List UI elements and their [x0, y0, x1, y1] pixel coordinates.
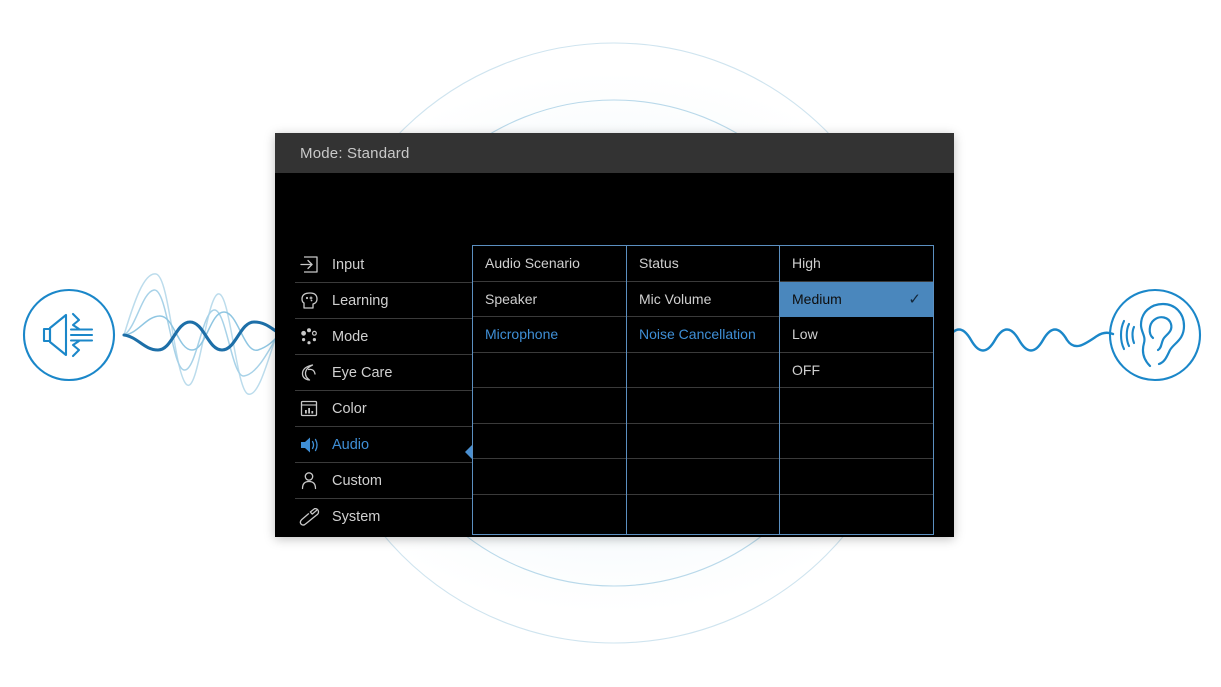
sidebar-item-label: Custom: [332, 472, 382, 489]
microphone-options-column: Status Mic Volume Noise Cancellation: [626, 245, 781, 535]
list-item[interactable]: [473, 459, 626, 495]
row-label: Noise Cancellation: [639, 326, 756, 343]
list-item[interactable]: [473, 495, 626, 531]
row-label: Status: [639, 255, 679, 272]
sidebar-item-learning[interactable]: Learning: [295, 283, 480, 319]
list-item[interactable]: [780, 459, 933, 495]
list-item[interactable]: [627, 388, 780, 424]
list-item[interactable]: Mic Volume: [627, 282, 780, 317]
sidebar-item-label: Audio: [332, 436, 370, 453]
list-item[interactable]: [473, 353, 626, 388]
crescent-eye-icon: [295, 362, 323, 384]
list-item[interactable]: [780, 424, 933, 459]
list-item-off[interactable]: OFF: [780, 353, 933, 388]
sidebar-item-label: Eye Care: [332, 364, 393, 381]
list-item-low[interactable]: Low: [780, 317, 933, 353]
osd-body: Input Learning Mode Eye Care Color Audio…: [275, 173, 954, 537]
wrench-icon: [295, 506, 323, 528]
head-sparkle-icon: [295, 290, 323, 312]
sidebar-item-label: System: [332, 509, 381, 525]
list-item[interactable]: [473, 388, 626, 424]
list-item[interactable]: [627, 459, 780, 495]
monitor-screen: Mode: Standard Input Learning Mode Eye C…: [275, 133, 954, 537]
sidebar-item-mode[interactable]: Mode: [295, 319, 480, 355]
clean-sine-waveform: [945, 328, 1115, 352]
list-item[interactable]: [627, 495, 780, 531]
sidebar-item-label: Mode: [332, 328, 369, 345]
sidebar-item-label: Color: [332, 400, 367, 417]
osd-sidebar: Input Learning Mode Eye Care Color Audio…: [295, 247, 480, 535]
ear-listening-icon: [1108, 288, 1202, 382]
list-item[interactable]: [627, 353, 780, 388]
list-item[interactable]: Microphone: [473, 317, 626, 353]
list-item[interactable]: Speaker: [473, 282, 626, 317]
row-label: Low: [792, 326, 818, 343]
osd-mode-title: Mode: Standard: [300, 144, 410, 162]
check-icon: ✓: [908, 290, 921, 308]
row-label: High: [792, 255, 821, 272]
sidebar-item-system[interactable]: System: [295, 499, 480, 535]
row-label: OFF: [792, 361, 820, 378]
sidebar-item-input[interactable]: Input: [295, 247, 480, 283]
row-label: Medium: [792, 290, 842, 307]
speaker-output-icon: [22, 288, 116, 382]
input-arrow-icon: [295, 254, 323, 276]
sidebar-item-eye-care[interactable]: Eye Care: [295, 355, 480, 391]
speaker-wave-icon: [295, 434, 323, 456]
sidebar-item-audio[interactable]: Audio: [295, 427, 480, 463]
noise-cancellation-values-column: High Medium ✓ Low OFF: [779, 245, 934, 535]
dots-circle-icon: [295, 326, 323, 348]
row-label: Microphone: [485, 326, 559, 343]
list-item[interactable]: Status: [627, 246, 780, 282]
person-icon: [295, 470, 323, 492]
row-label: Mic Volume: [639, 290, 712, 307]
list-item[interactable]: [473, 424, 626, 459]
list-item[interactable]: Noise Cancellation: [627, 317, 780, 353]
row-label: Audio Scenario: [485, 255, 580, 272]
osd-titlebar: Mode: Standard: [275, 133, 954, 173]
list-item[interactable]: Audio Scenario: [473, 246, 626, 282]
sidebar-item-label: Learning: [332, 292, 389, 309]
sidebar-item-label: Input: [332, 256, 365, 273]
sidebar-item-custom[interactable]: Custom: [295, 463, 480, 499]
row-label: Speaker: [485, 290, 538, 307]
list-item-medium-selected[interactable]: Medium ✓: [780, 281, 933, 317]
list-item[interactable]: [780, 388, 933, 424]
display-bars-icon: [295, 398, 323, 420]
list-item[interactable]: [627, 424, 780, 459]
audio-scenario-column: Audio Scenario Speaker Microphone: [472, 245, 627, 535]
sidebar-item-color[interactable]: Color: [295, 391, 480, 427]
complex-audio-waveform: [122, 273, 284, 395]
list-item-high[interactable]: High: [780, 246, 933, 282]
list-item[interactable]: [780, 495, 933, 531]
